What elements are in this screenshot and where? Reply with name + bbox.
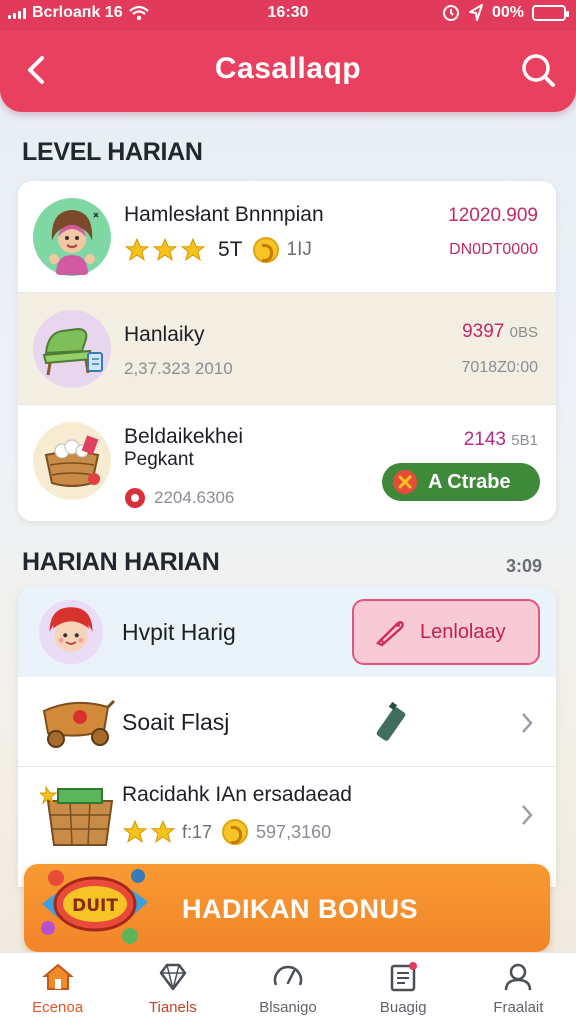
list-item[interactable]: Racidahk IAn ersadaead f:17 597,3160 — [18, 767, 556, 863]
claim-button[interactable]: Lenlolaay — [352, 599, 540, 665]
chevron-right-icon[interactable] — [520, 711, 534, 735]
row-value: 2143 5B1 — [464, 429, 538, 451]
nav-label: Buagig — [379, 999, 427, 1016]
lounge-chair-icon — [33, 310, 111, 388]
section-timer: 3:09 — [505, 556, 542, 576]
trade-button[interactable]: A Ctrabe — [382, 463, 540, 501]
status-right: 00% — [442, 4, 569, 22]
trade-button-label: A Ctrabe — [428, 470, 511, 493]
bottom-nav: Ecenoa Tianels Blsanigo Buagig Fraalait — [0, 952, 576, 1024]
star-icon — [124, 237, 150, 262]
row-title: Soait Flasj — [122, 709, 230, 735]
row-value-main: 2143 — [463, 429, 507, 450]
chevron-right-icon[interactable] — [520, 803, 534, 827]
star-icon — [150, 819, 176, 844]
row-title: Racidahk IAn ersadaead — [122, 783, 352, 806]
search-icon[interactable] — [518, 50, 558, 90]
nav-label: Tianels — [148, 999, 197, 1016]
row-subtitle: 2,37.323 2010 — [124, 359, 233, 378]
nav-item-gem[interactable]: Tianels — [115, 953, 230, 1024]
battery-icon — [532, 5, 569, 21]
nav-item-notes[interactable]: Buagig — [346, 953, 461, 1024]
claim-button-label: Lenlolaay — [420, 620, 506, 643]
location-arrow-icon — [468, 4, 483, 21]
list-item[interactable]: Hvpit Harig Lenlolaay — [18, 587, 556, 677]
coin-icon — [222, 819, 249, 845]
row-title: Hanlaiky — [124, 323, 205, 346]
row-value-small: 5B1 — [511, 432, 538, 449]
row-title: Hamlesłant Bnnnpian — [124, 203, 324, 226]
bonus-banner[interactable]: DUIT HADIKAN BONUS — [24, 864, 550, 952]
status-bar: Bcrloaпk 16 16:30 00% — [0, 0, 576, 30]
row-title: Hvpit Harig — [122, 619, 236, 645]
rating-group: 5T 1IJ — [124, 237, 312, 263]
bonus-label: HADIKAN BONUS — [182, 894, 418, 924]
row-subtitle: 2204.6306 — [154, 488, 235, 507]
notes-icon — [390, 962, 418, 992]
app-header: Casallaqp — [0, 30, 576, 112]
row-value-secondary: DN0DT0000 — [449, 241, 538, 258]
row-value-small: 0BS — [509, 324, 538, 341]
row-title: Beldaikekhei — [124, 425, 244, 448]
kid-avatar-icon — [38, 599, 104, 665]
list-item[interactable]: Hanlaiky 2,37.323 2010 9397 0BS 7018Z0:0… — [18, 293, 556, 405]
gem-icon — [159, 963, 187, 991]
row-value-main: 9397 — [462, 321, 505, 342]
list-item[interactable]: Beldaikekhei Pegkant 2204.6306 2143 5B1 … — [18, 405, 556, 521]
badge-text: 5T — [218, 238, 243, 261]
section-title-level: LEVEL HARIAN — [22, 138, 203, 166]
gauge-icon — [273, 965, 303, 986]
battery-percent: 00% — [491, 4, 524, 21]
row-title-line2: Pegkant — [124, 449, 194, 470]
list-item[interactable]: Soait Flasj — [18, 677, 556, 767]
swap-icon — [393, 470, 417, 494]
nav-label: Ecenoa — [32, 999, 84, 1016]
coin-icon — [252, 237, 279, 263]
basket-icon — [33, 422, 111, 500]
row-subtitle-group: 2204.6306 — [124, 487, 234, 509]
gift-box-icon — [40, 785, 114, 846]
nav-label: Blsanigo — [259, 999, 317, 1016]
coin-suffix: 1IJ — [286, 239, 312, 260]
nav-label: Fraalait — [493, 999, 544, 1016]
level-card: Hamlesłant Bnnnpian 5T 1IJ 12020.909 DN0… — [18, 181, 556, 521]
nav-item-profile[interactable]: Fraalait — [461, 953, 576, 1024]
candy-text: DUIT — [72, 896, 118, 916]
home-icon — [41, 963, 74, 990]
alarm-icon — [442, 5, 459, 21]
row-value-secondary: 7018Z0:00 — [461, 359, 538, 376]
rating-group: f:17 597,3160 — [122, 819, 331, 845]
nav-item-home[interactable]: Ecenoa — [0, 953, 115, 1024]
star-icon — [152, 237, 178, 262]
page-title: Casallaqp — [214, 52, 362, 85]
cart-icon — [42, 699, 116, 748]
profile-icon — [505, 963, 532, 991]
record-icon — [125, 488, 145, 508]
star-icon — [122, 819, 148, 844]
row-value: 9397 0BS — [462, 321, 538, 343]
list-item[interactable]: Hamlesłant Bnnnpian 5T 1IJ 12020.909 DN0… — [18, 181, 556, 293]
nav-item-gauge[interactable]: Blsanigo — [230, 953, 345, 1024]
pin-icon — [375, 621, 404, 647]
candy-icon: DUIT — [41, 869, 148, 944]
daily-card: Hvpit Harig Lenlolaay Soait Flasj Racida… — [18, 587, 556, 887]
girl-avatar-icon — [33, 198, 111, 276]
row-value: 12020.909 — [448, 205, 538, 226]
coin-value: 597,3160 — [256, 821, 332, 842]
section-title-harian: HARIAN HARIAN — [22, 548, 220, 576]
star-icon — [180, 237, 206, 262]
coin-prefix: f:17 — [182, 821, 213, 842]
battery-pack-icon — [376, 701, 406, 741]
